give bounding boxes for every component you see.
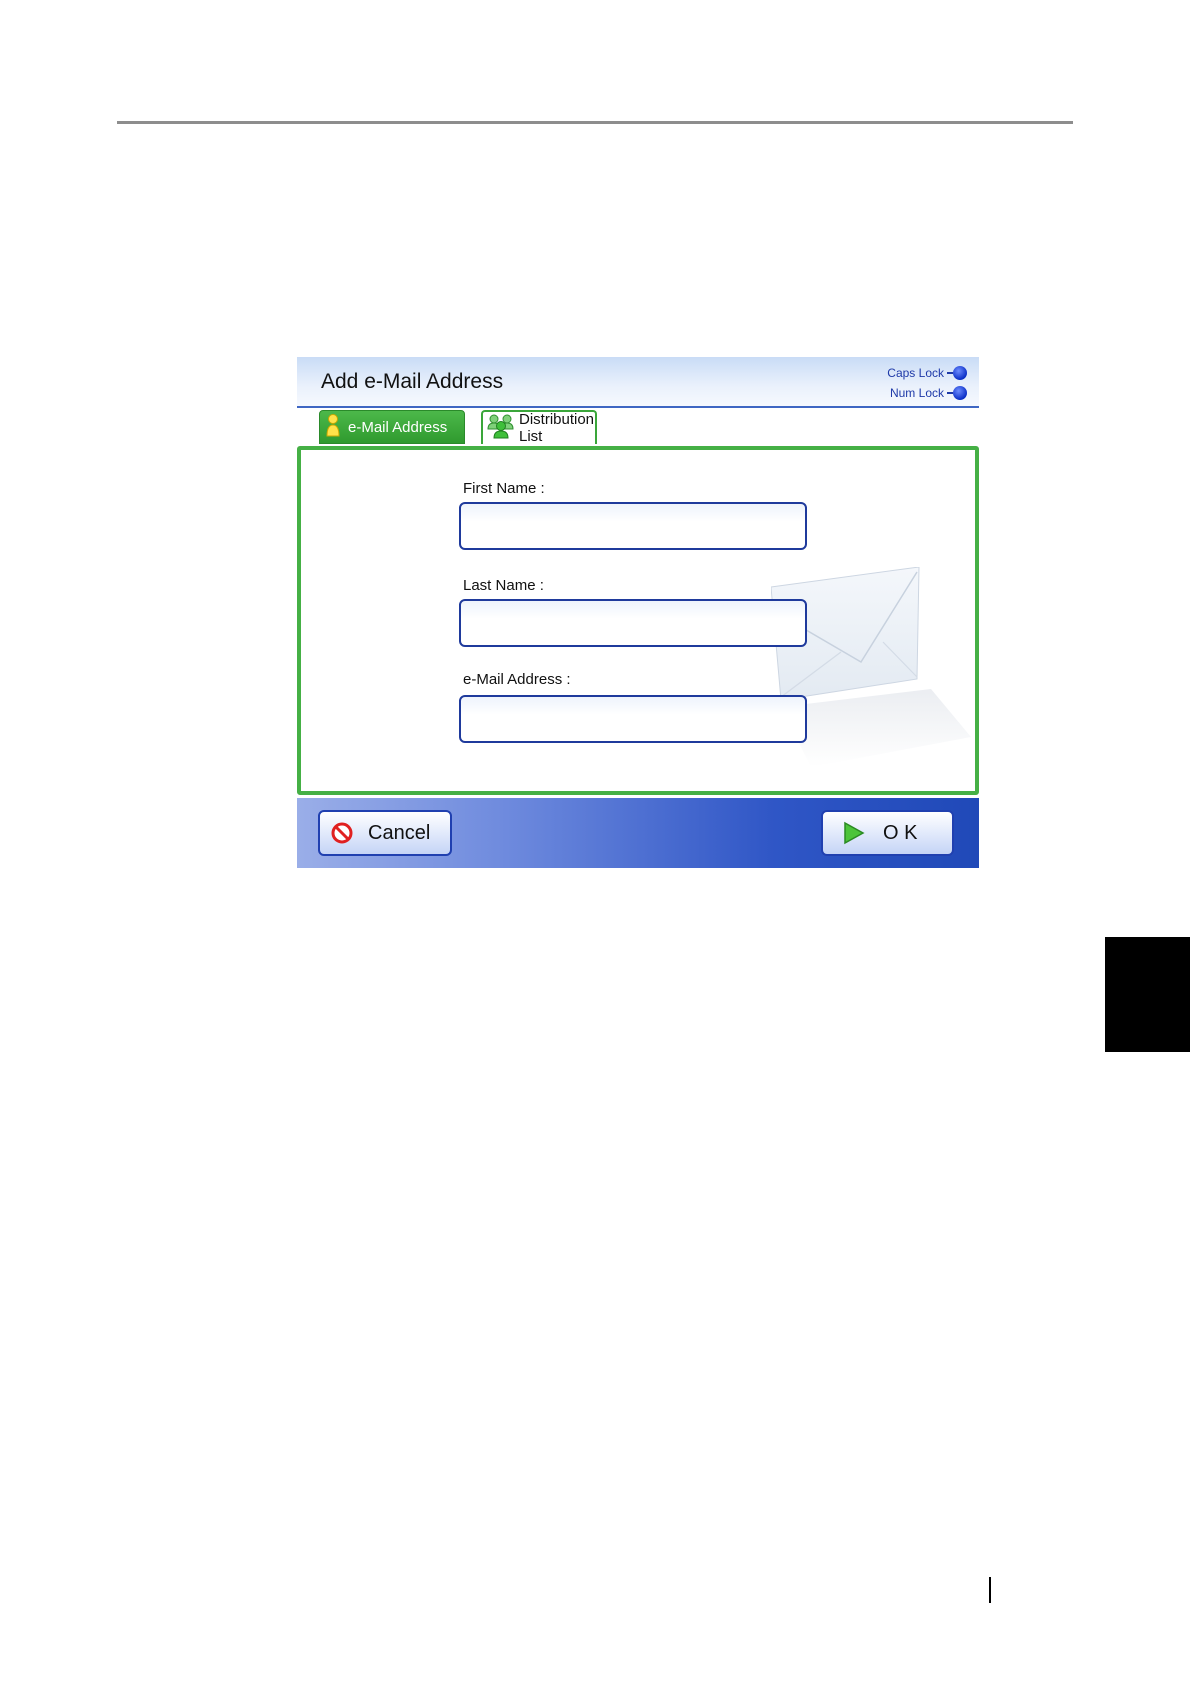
num-lock-led-icon bbox=[953, 386, 967, 400]
tab-distribution-list-label: Distribution List bbox=[519, 411, 595, 445]
email-address-input[interactable] bbox=[459, 695, 807, 743]
last-name-label: Last Name : bbox=[463, 577, 544, 594]
email-address-label: e-Mail Address : bbox=[463, 671, 571, 688]
last-name-input[interactable] bbox=[459, 599, 807, 647]
cancel-button[interactable]: Cancel bbox=[318, 810, 452, 856]
page-number-rule bbox=[989, 1577, 991, 1603]
cancel-button-label: Cancel bbox=[368, 821, 431, 844]
group-icon bbox=[487, 413, 515, 443]
dialog-footer: Cancel O K bbox=[297, 798, 979, 868]
dialog-title: Add e-Mail Address bbox=[321, 370, 504, 393]
tab-email-address[interactable]: e-Mail Address bbox=[319, 410, 465, 444]
caps-lock-led-icon bbox=[953, 366, 967, 380]
num-lock-label: Num Lock bbox=[889, 386, 944, 400]
add-email-dialog: Add e-Mail Address Caps Lock Num Lock e-… bbox=[297, 357, 979, 868]
email-form-area: First Name : Last Name : e-Mail Address … bbox=[297, 446, 979, 795]
caps-lock-indicator: Caps Lock bbox=[887, 366, 967, 380]
ok-button-label: O K bbox=[883, 821, 918, 844]
chapter-tab-marker bbox=[1105, 937, 1190, 1052]
caps-lock-label: Caps Lock bbox=[887, 366, 944, 380]
first-name-label: First Name : bbox=[463, 480, 545, 497]
num-lock-indicator: Num Lock bbox=[890, 386, 967, 400]
tab-distribution-list[interactable]: Distribution List bbox=[481, 410, 597, 445]
dialog-titlebar: Add e-Mail Address Caps Lock Num Lock bbox=[297, 357, 979, 408]
first-name-input[interactable] bbox=[459, 502, 807, 550]
prohibited-icon bbox=[330, 821, 354, 845]
ok-button[interactable]: O K bbox=[821, 810, 954, 856]
play-arrow-icon bbox=[843, 821, 865, 845]
top-rule bbox=[117, 121, 1073, 124]
tab-email-address-label: e-Mail Address bbox=[348, 418, 448, 436]
person-icon bbox=[326, 413, 340, 441]
